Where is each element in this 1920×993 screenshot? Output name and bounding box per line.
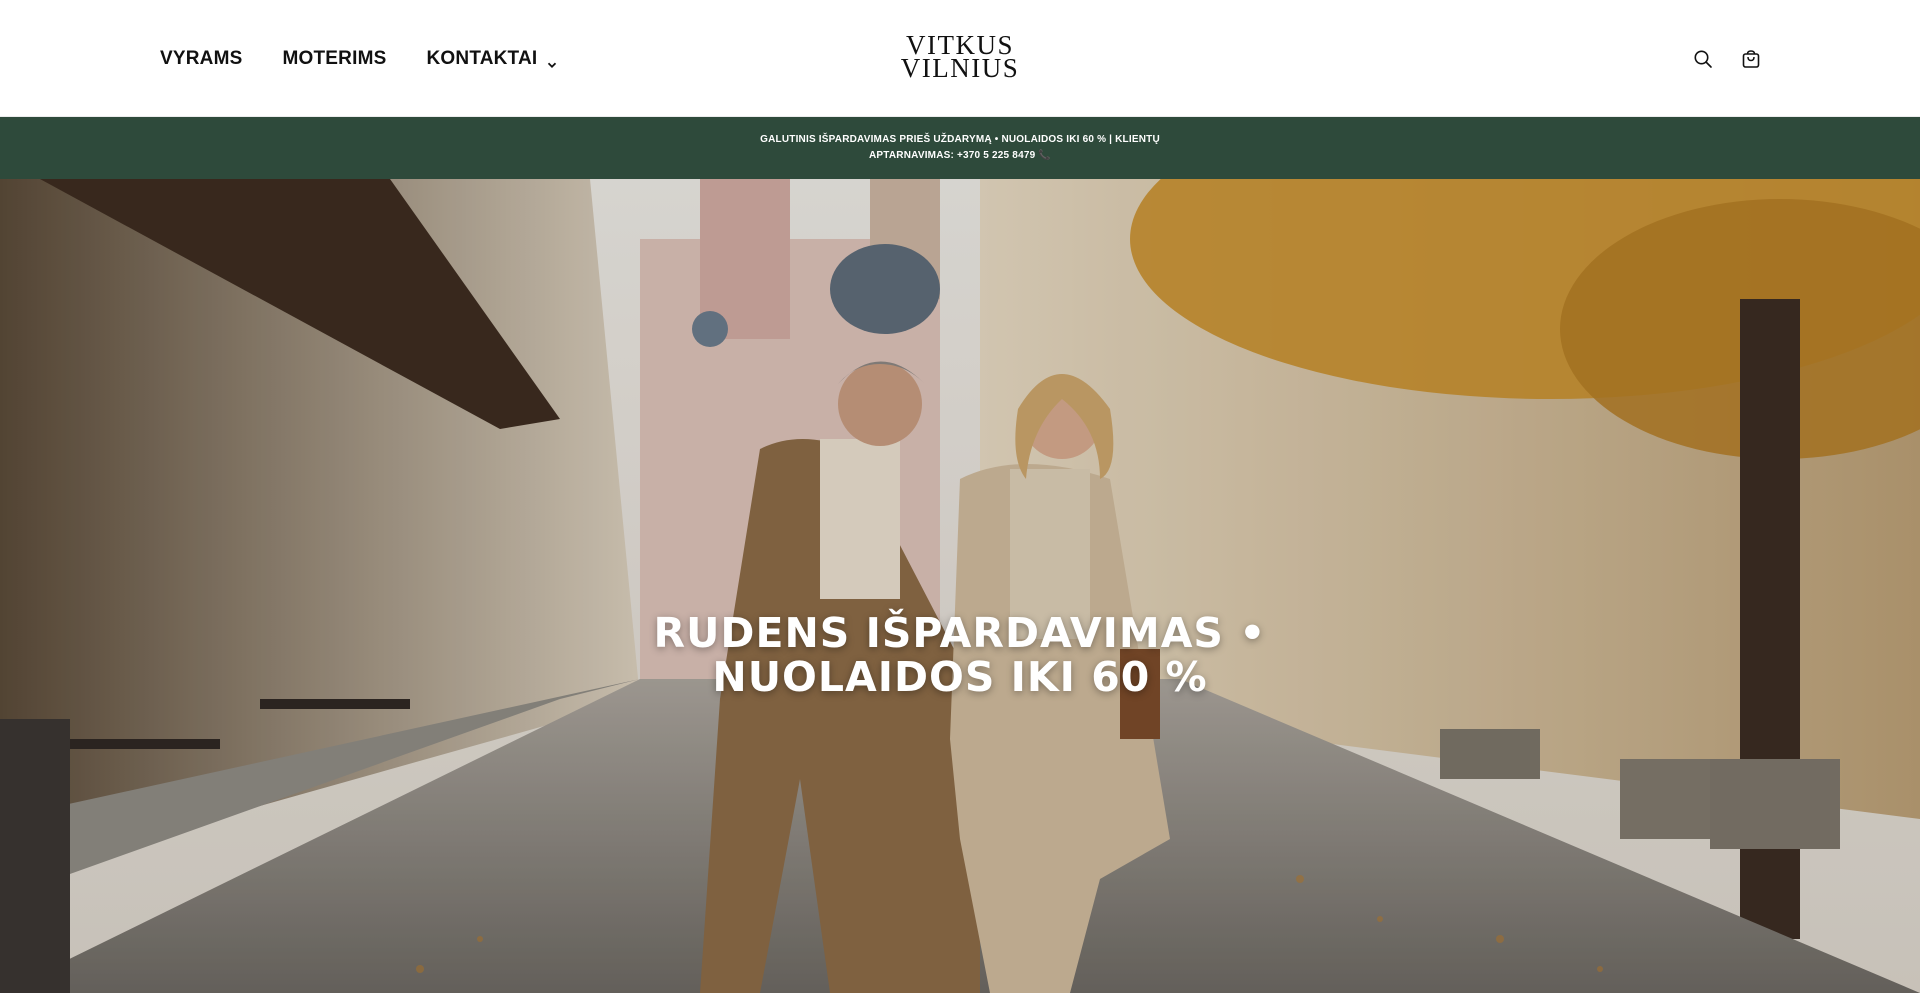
hero-title: RUDENS IŠPARDAVIMAS • NUOLAIDOS IKI 60 % bbox=[0, 611, 1920, 699]
announcement-line-1: GALUTINIS IŠPARDAVIMAS PRIEŠ UŽDARYMĄ • … bbox=[760, 134, 1160, 145]
chevron-down-icon bbox=[547, 54, 557, 68]
header-actions bbox=[1692, 0, 1762, 117]
nav-item-moterims[interactable]: MOTERIMS bbox=[283, 48, 387, 70]
hero-title-line-2: NUOLAIDOS IKI 60 % bbox=[712, 653, 1208, 701]
announcement-bar: GALUTINIS IŠPARDAVIMAS PRIEŠ UŽDARYMĄ • … bbox=[0, 117, 1920, 179]
nav-item-vyrams[interactable]: VYRAMS bbox=[160, 48, 243, 70]
hero-banner[interactable]: RUDENS IŠPARDAVIMAS • NUOLAIDOS IKI 60 % bbox=[0, 179, 1920, 993]
main-nav: VYRAMS MOTERIMS KONTAKTAI bbox=[160, 0, 557, 117]
site-header: VYRAMS MOTERIMS KONTAKTAI VITKUS VILNIUS bbox=[0, 0, 1920, 117]
logo-line-2: VILNIUS bbox=[900, 53, 1020, 83]
search-icon[interactable] bbox=[1692, 48, 1714, 70]
nav-item-label: MOTERIMS bbox=[282, 47, 387, 69]
nav-item-kontaktai[interactable]: KONTAKTAI bbox=[427, 48, 558, 70]
hero-image bbox=[0, 179, 1920, 993]
hero-title-line-1: RUDENS IŠPARDAVIMAS • bbox=[653, 609, 1267, 657]
nav-item-label: VYRAMS bbox=[160, 47, 243, 69]
nav-item-label: KONTAKTAI bbox=[426, 47, 538, 69]
site-logo[interactable]: VITKUS VILNIUS bbox=[900, 32, 1020, 83]
cart-icon[interactable] bbox=[1740, 48, 1762, 70]
announcement-line-2: APTARNAVIMAS: +370 5 225 8479 📞 bbox=[869, 150, 1051, 161]
